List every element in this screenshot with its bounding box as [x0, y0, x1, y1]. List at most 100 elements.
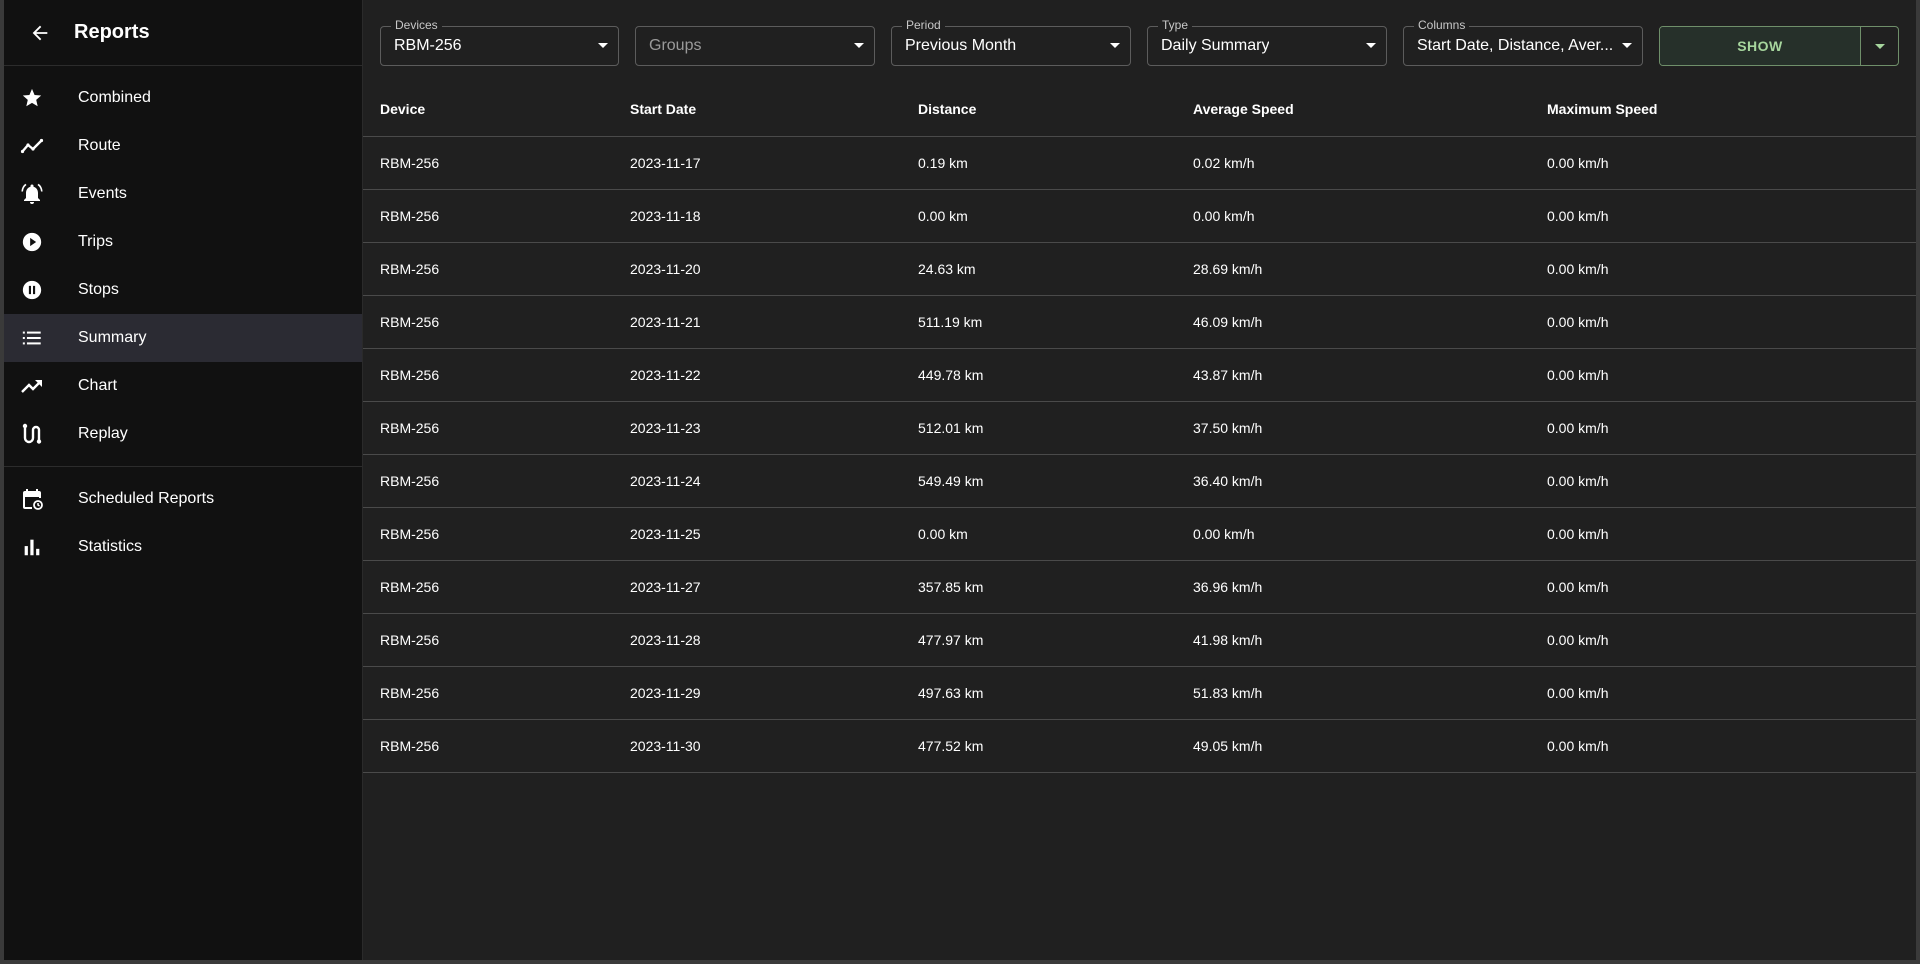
route-icon — [20, 422, 44, 446]
summary-table: Device Start Date Distance Average Speed… — [363, 82, 1916, 773]
nav-item-statistics[interactable]: Statistics — [4, 523, 362, 571]
cell-distance: 477.52 km — [918, 738, 984, 754]
nav-label: Events — [78, 185, 127, 202]
cell-device: RBM-256 — [380, 420, 440, 436]
cell-average-speed: 0.00 km/h — [1193, 208, 1255, 224]
nav-item-route[interactable]: Route — [4, 122, 362, 170]
cell-distance: 0.19 km — [918, 155, 968, 171]
nav-label: Combined — [78, 89, 151, 106]
cell-start-date: 2023-11-22 — [630, 367, 701, 383]
nav-item-trips[interactable]: Trips — [4, 218, 362, 266]
arrow-left-icon — [32, 25, 48, 40]
groups-select[interactable]: Groups — [635, 26, 875, 66]
cell-average-speed: 46.09 km/h — [1193, 314, 1263, 330]
table-row: RBM-256 2023-11-25 0.00 km 0.00 km/h 0.00 km… — [363, 508, 1916, 561]
table-row: RBM-256 2023-11-29 497.63 km 51.83 km/h 0.00… — [363, 667, 1916, 720]
cell-distance: 357.85 km — [918, 579, 984, 595]
period-select[interactable]: Period Previous Month — [891, 18, 1131, 66]
play-circle-icon — [20, 230, 44, 254]
cell-maximum-speed: 0.00 km/h — [1547, 738, 1609, 754]
table-row: RBM-256 2023-11-24 549.49 km 36.40 km/h 0.00… — [363, 455, 1916, 508]
nav-item-chart[interactable]: Chart — [4, 362, 362, 410]
cell-start-date: 2023-11-23 — [630, 420, 701, 436]
nav-item-stops[interactable]: Stops — [4, 266, 362, 314]
cell-device: RBM-256 — [380, 155, 440, 171]
chevron-down-icon — [1874, 43, 1885, 49]
columns-label: Columns — [1414, 18, 1470, 32]
cell-start-date: 2023-11-25 — [630, 526, 701, 542]
report-main: Devices RBM-256 Groups Period Previous M… — [363, 0, 1916, 960]
cell-device: RBM-256 — [380, 632, 440, 648]
devices-select[interactable]: Devices RBM-256 — [380, 18, 619, 66]
show-options-button[interactable] — [1860, 27, 1898, 65]
type-label: Type — [1158, 18, 1193, 32]
nav-divider — [4, 466, 362, 467]
cell-distance: 497.63 km — [918, 685, 984, 701]
column-header-average-speed: Average Speed — [1193, 101, 1294, 117]
nav-item-summary[interactable]: Summary — [4, 314, 362, 362]
report-nav: Combined Route Events Trips Stops Summar… — [4, 66, 362, 571]
bar-chart-icon — [20, 535, 44, 559]
show-button[interactable]: SHOW — [1660, 27, 1860, 65]
nav-label: Summary — [78, 329, 147, 346]
cell-device: RBM-256 — [380, 208, 440, 224]
cell-maximum-speed: 0.00 km/h — [1547, 367, 1609, 383]
cell-average-speed: 37.50 km/h — [1193, 420, 1263, 436]
nav-label: Replay — [78, 425, 128, 442]
cell-average-speed: 51.83 km/h — [1193, 685, 1263, 701]
nav-label: Route — [78, 137, 121, 154]
cell-device: RBM-256 — [380, 367, 440, 383]
column-header-device: Device — [380, 101, 426, 117]
cell-device: RBM-256 — [380, 526, 440, 542]
nav-label: Trips — [78, 233, 113, 250]
cell-start-date: 2023-11-28 — [630, 632, 701, 648]
table-row: RBM-256 2023-11-17 0.19 km 0.02 km/h 0.00 km… — [363, 137, 1916, 190]
cell-distance: 512.01 km — [918, 420, 984, 436]
cell-device: RBM-256 — [380, 261, 440, 277]
cell-device: RBM-256 — [380, 473, 440, 489]
star-icon — [20, 86, 44, 110]
cell-maximum-speed: 0.00 km/h — [1547, 579, 1609, 595]
cell-maximum-speed: 0.00 km/h — [1547, 685, 1609, 701]
cell-start-date: 2023-11-18 — [630, 208, 701, 224]
back-button[interactable] — [24, 17, 56, 49]
sidebar-title: Reports — [74, 21, 150, 43]
table-row: RBM-256 2023-11-22 449.78 km 43.87 km/h 0.00… — [363, 349, 1916, 402]
period-value: Previous Month — [905, 37, 1017, 54]
nav-item-scheduled-reports[interactable]: Scheduled Reports — [4, 475, 362, 523]
cell-maximum-speed: 0.00 km/h — [1547, 420, 1609, 436]
type-value: Daily Summary — [1161, 37, 1270, 54]
cell-maximum-speed: 0.00 km/h — [1547, 261, 1609, 277]
column-header-start-date: Start Date — [630, 101, 697, 117]
cell-maximum-speed: 0.00 km/h — [1547, 314, 1609, 330]
table-row: RBM-256 2023-11-21 511.19 km 46.09 km/h 0.00… — [363, 296, 1916, 349]
cell-average-speed: 43.87 km/h — [1193, 367, 1263, 383]
chevron-down-icon — [598, 43, 608, 48]
cell-distance: 0.00 km — [918, 208, 968, 224]
type-select[interactable]: Type Daily Summary — [1147, 18, 1387, 66]
devices-value: RBM-256 — [394, 37, 462, 54]
cell-average-speed: 36.96 km/h — [1193, 579, 1263, 595]
nav-item-replay[interactable]: Replay — [4, 410, 362, 458]
chevron-down-icon — [1110, 43, 1120, 48]
nav-item-events[interactable]: Events — [4, 170, 362, 218]
cell-start-date: 2023-11-30 — [630, 738, 701, 754]
cell-average-speed: 36.40 km/h — [1193, 473, 1263, 489]
table-row: RBM-256 2023-11-30 477.52 km 49.05 km/h 0.00… — [363, 720, 1916, 773]
app-window: Reports Combined Route Events Trips Stop… — [4, 0, 1916, 960]
devices-label: Devices — [391, 18, 442, 32]
cell-maximum-speed: 0.00 km/h — [1547, 208, 1609, 224]
table-row: RBM-256 2023-11-18 0.00 km 0.00 km/h 0.00 km… — [363, 190, 1916, 243]
sidebar-header: Reports — [4, 0, 362, 66]
cell-maximum-speed: 0.00 km/h — [1547, 632, 1609, 648]
pause-circle-icon — [20, 278, 44, 302]
cell-start-date: 2023-11-29 — [630, 685, 701, 701]
nav-label: Chart — [78, 377, 118, 394]
nav-item-combined[interactable]: Combined — [4, 74, 362, 122]
list-icon — [20, 326, 44, 350]
period-label: Period — [902, 18, 945, 32]
cell-average-speed: 0.02 km/h — [1193, 155, 1255, 171]
columns-select[interactable]: Columns Start Date, Distance, Aver... — [1403, 18, 1643, 66]
cell-start-date: 2023-11-17 — [630, 155, 701, 171]
cell-distance: 511.19 km — [918, 314, 983, 330]
